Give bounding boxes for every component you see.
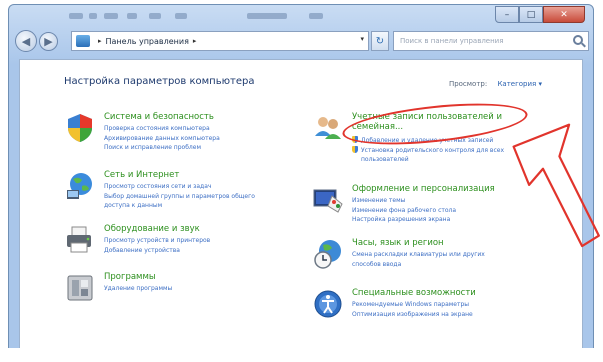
category-link[interactable]: доступа к данным	[104, 201, 255, 211]
search-input[interactable]: Поиск в панели управления	[393, 31, 589, 51]
navigation-bar: ◀ ▶ ▸ Панель управления ▸ ▾ ↻ Поиск в па…	[9, 27, 593, 55]
category-link[interactable]: Смена раскладки клавиатуры или других	[352, 250, 485, 260]
title-bar[interactable]: – □ ✕	[9, 5, 593, 27]
category-links: Просмотр состояния сети и задач Выбор до…	[104, 182, 255, 211]
category-network-internet: Сеть и Интернет Просмотр состояния сети …	[64, 170, 304, 216]
ease-of-access-icon[interactable]	[312, 288, 344, 320]
category-links: Рекомендуемые Windows параметры Оптимиза…	[352, 300, 473, 319]
annotation-arrow	[512, 123, 600, 248]
category-title[interactable]: Программы	[104, 272, 156, 282]
category-links: Изменение темы Изменение фона рабочего с…	[352, 196, 456, 225]
title-bar-decoration	[247, 13, 287, 19]
appearance-icon[interactable]	[312, 184, 344, 216]
category-link[interactable]: Настройка разрешения экрана	[352, 215, 456, 225]
title-bar-decoration	[149, 13, 161, 19]
shield-icon[interactable]	[64, 112, 96, 144]
address-dropdown-icon[interactable]: ▾	[360, 35, 364, 43]
users-icon[interactable]	[312, 112, 344, 144]
view-by-label: Просмотр:	[448, 80, 488, 88]
control-panel-content: Настройка параметров компьютера Просмотр…	[19, 59, 583, 355]
bottom-strip	[0, 348, 603, 362]
category-title[interactable]: Оформление и персонализация	[352, 184, 495, 194]
category-link[interactable]: Архивирование данных компьютера	[104, 134, 220, 144]
category-link-text: Установка родительского контроля для все…	[361, 146, 504, 154]
category-hardware-sound: Оборудование и звук Просмотр устройств и…	[64, 224, 294, 264]
category-link[interactable]: Проверка состояния компьютера	[104, 124, 220, 134]
title-bar-decoration	[127, 13, 137, 19]
title-bar-decoration	[104, 13, 118, 19]
back-button[interactable]: ◀	[15, 30, 37, 52]
view-by: Просмотр: Категория ▾	[449, 80, 542, 88]
category-link[interactable]: Изменение темы	[352, 196, 456, 206]
back-arrow-icon: ◀	[21, 34, 31, 48]
title-bar-decoration	[309, 13, 323, 19]
category-programs: Программы Удаление программы	[64, 272, 264, 306]
category-link[interactable]: пользователей	[352, 155, 504, 165]
refresh-button[interactable]: ↻	[371, 31, 389, 51]
programs-icon[interactable]	[64, 272, 96, 304]
category-link[interactable]: Просмотр устройств и принтеров	[104, 236, 210, 246]
breadcrumb-separator[interactable]: ▸	[193, 37, 197, 45]
category-system-security: Система и безопасность Проверка состояни…	[64, 112, 294, 158]
address-bar[interactable]: ▸ Панель управления ▸ ▾	[71, 31, 369, 51]
category-link[interactable]: Просмотр состояния сети и задач	[104, 182, 255, 192]
category-link[interactable]: Изменение фона рабочего стола	[352, 206, 456, 216]
category-links: Удаление программы	[104, 284, 172, 294]
search-icon[interactable]	[573, 35, 583, 45]
forward-button[interactable]: ▶	[39, 31, 58, 51]
category-link[interactable]: Добавление устройства	[104, 246, 210, 256]
printer-icon[interactable]	[64, 224, 96, 256]
breadcrumb-separator: ▸	[98, 37, 102, 45]
category-link[interactable]: Рекомендуемые Windows параметры	[352, 300, 473, 310]
maximize-button[interactable]: □	[519, 6, 543, 23]
category-links: Проверка состояния компьютера Архивирова…	[104, 124, 220, 153]
breadcrumb-control-panel[interactable]: Панель управления	[106, 37, 189, 46]
category-link[interactable]: Поиск и исправление проблем	[104, 143, 220, 153]
category-link[interactable]: Выбор домашней группы и параметров общег…	[104, 192, 255, 202]
category-link[interactable]: Оптимизация изображения на экране	[352, 310, 473, 320]
category-links: Смена раскладки клавиатуры или других сп…	[352, 250, 485, 269]
title-bar-decoration	[175, 13, 187, 19]
category-title[interactable]: Система и безопасность	[104, 112, 214, 122]
title-bar-decoration	[69, 13, 83, 19]
view-by-dropdown[interactable]: Категория ▾	[497, 80, 542, 88]
search-placeholder: Поиск в панели управления	[400, 37, 504, 45]
admin-shield-icon	[352, 145, 358, 153]
clock-globe-icon[interactable]	[312, 238, 344, 270]
forward-arrow-icon: ▶	[44, 34, 53, 48]
category-link[interactable]: Установка родительского контроля для все…	[352, 145, 504, 156]
minimize-button[interactable]: –	[495, 6, 519, 23]
category-ease-of-access: Специальные возможности Рекомендуемые Wi…	[312, 288, 542, 328]
category-link[interactable]: способов ввода	[352, 260, 485, 270]
refresh-icon: ↻	[375, 35, 385, 47]
category-title[interactable]: Оборудование и звук	[104, 224, 200, 234]
window-controls: – □ ✕	[495, 6, 585, 23]
page-title: Настройка параметров компьютера	[64, 76, 255, 87]
category-title[interactable]: Часы, язык и регион	[352, 238, 444, 248]
control-panel-icon	[76, 35, 90, 47]
category-title[interactable]: Специальные возможности	[352, 288, 476, 298]
title-bar-decoration	[89, 13, 97, 19]
category-title[interactable]: Сеть и Интернет	[104, 170, 179, 180]
category-links: Просмотр устройств и принтеров Добавлени…	[104, 236, 210, 255]
close-button[interactable]: ✕	[543, 6, 585, 23]
network-globe-icon[interactable]	[64, 170, 96, 202]
category-link[interactable]: Удаление программы	[104, 284, 172, 294]
